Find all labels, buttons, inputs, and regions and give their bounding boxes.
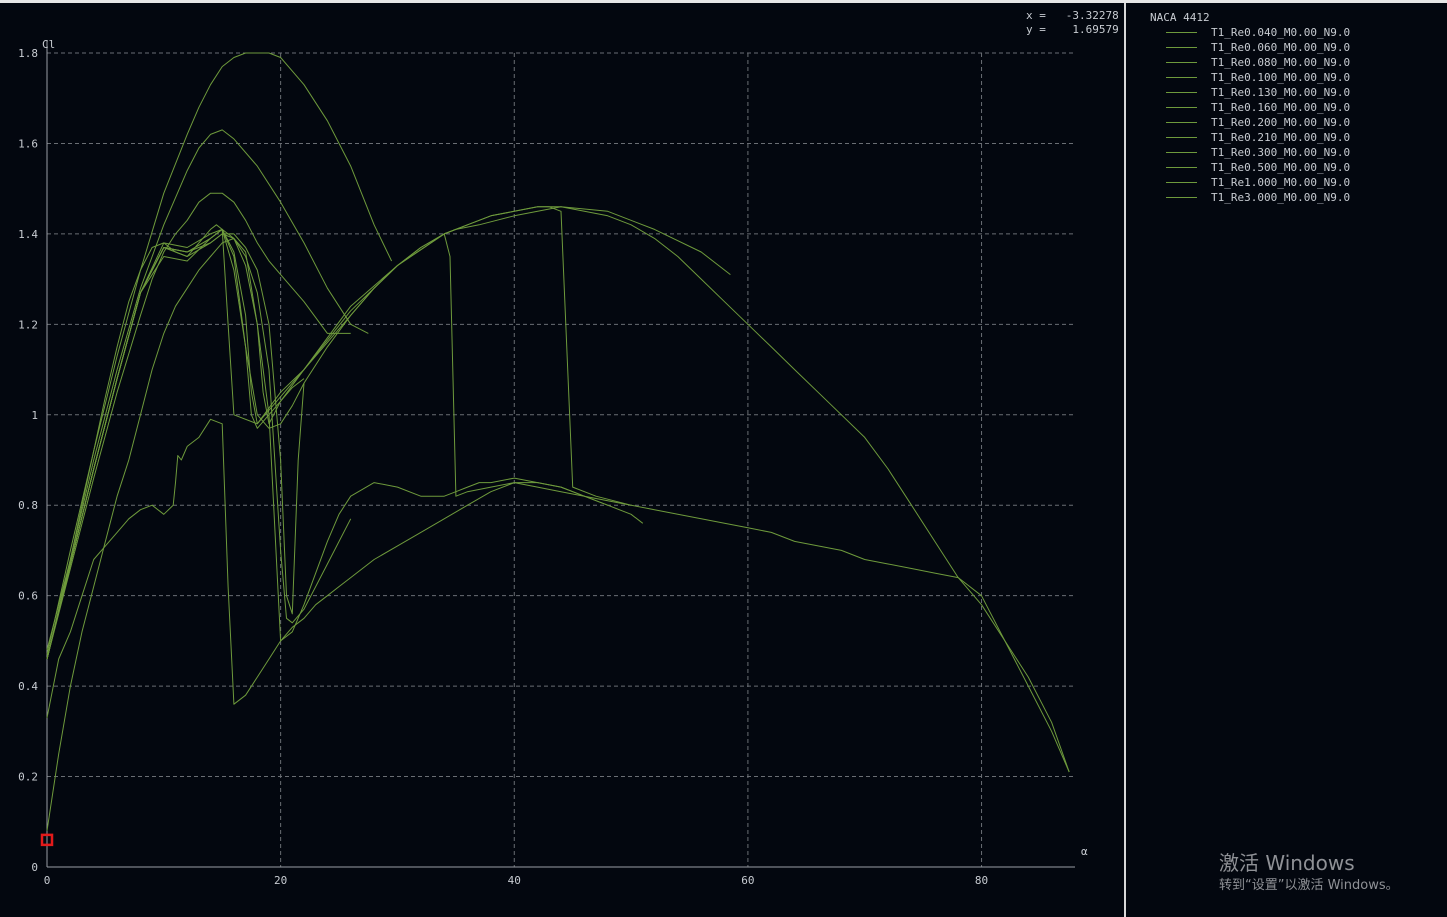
y-tick-label: 1.8 [18, 47, 38, 60]
legend-line-swatch [1166, 77, 1197, 78]
cl-alpha-chart[interactable]: 0 0.2 0.4 0.6 0.8 1 1.2 1.4 1.6 1.8 0 20 40 60 80 Cl α [0, 3, 1124, 917]
watermark-title: 激活 Windows [1219, 851, 1355, 875]
legend-item-label: T1_Re0.040_M0.00_N9.0 [1211, 26, 1351, 39]
polar-curve-7 [46, 228, 352, 660]
legend-line-swatch [1166, 182, 1197, 183]
x-tick-label: 0 [44, 874, 51, 887]
legend-item-label: T1_Re0.500_M0.00_N9.0 [1211, 161, 1351, 174]
polar-curve-12 [46, 206, 1070, 773]
legend-line-swatch [1166, 92, 1197, 93]
x-tick-label: 20 [274, 874, 287, 887]
tick-label-layer: 0 0.2 0.4 0.6 0.8 1 1.2 1.4 1.6 1.8 0 20 40 60 80 Cl α [18, 38, 1088, 887]
series-layer [46, 52, 1070, 831]
polar-curve-10 [46, 228, 608, 660]
legend-item-label: T1_Re0.210_M0.00_N9.0 [1211, 131, 1351, 144]
legend-item-label: T1_Re3.000_M0.00_N9.0 [1211, 191, 1351, 204]
x-axis-title: α [1081, 845, 1088, 858]
legend-item[interactable]: T1_Re3.000_M0.00_N9.0 [1166, 190, 1350, 205]
legend-line-swatch [1166, 137, 1197, 138]
y-tick-label: 0.2 [18, 771, 38, 784]
x-tick-label: 60 [741, 874, 754, 887]
legend-list: T1_Re0.040_M0.00_N9.0 T1_Re0.060_M0.00_N9… [1166, 25, 1350, 205]
readout-x-value: -3.32278 [1065, 9, 1119, 22]
polar-curve-11 [46, 206, 632, 660]
readout-x-label: x [1026, 9, 1033, 22]
legend-item[interactable]: T1_Re0.060_M0.00_N9.0 [1166, 40, 1350, 55]
y-tick-label: 1.4 [18, 228, 38, 241]
legend-item-label: T1_Re0.160_M0.00_N9.0 [1211, 101, 1351, 114]
y-tick-label: 0.8 [18, 499, 38, 512]
legend-item[interactable]: T1_Re0.100_M0.00_N9.0 [1166, 70, 1350, 85]
legend-line-swatch [1166, 167, 1197, 168]
legend-item-label: T1_Re0.200_M0.00_N9.0 [1211, 116, 1351, 129]
x-tick-label: 40 [508, 874, 521, 887]
readout-y-label: y [1026, 23, 1033, 36]
legend-title: NACA 4412 [1150, 11, 1210, 24]
legend-line-swatch [1166, 152, 1197, 153]
legend-panel: NACA 4412 T1_Re0.040_M0.00_N9.0 T1_Re0.06… [1126, 3, 1447, 917]
y-tick-label: 0.4 [18, 680, 38, 693]
legend-item[interactable]: T1_Re0.080_M0.00_N9.0 [1166, 55, 1350, 70]
y-tick-label: 1.2 [18, 318, 38, 331]
legend-item[interactable]: T1_Re1.000_M0.00_N9.0 [1166, 175, 1350, 190]
legend-item[interactable]: T1_Re0.160_M0.00_N9.0 [1166, 100, 1350, 115]
legend-item-label: T1_Re0.080_M0.00_N9.0 [1211, 56, 1351, 69]
legend-item[interactable]: T1_Re0.500_M0.00_N9.0 [1166, 160, 1350, 175]
legend-line-swatch [1166, 47, 1197, 48]
y-tick-label: 1 [31, 409, 38, 422]
legend-line-swatch [1166, 197, 1197, 198]
legend-item[interactable]: T1_Re0.130_M0.00_N9.0 [1166, 85, 1350, 100]
legend-item-label: T1_Re0.130_M0.00_N9.0 [1211, 86, 1351, 99]
y-tick-label: 1.6 [18, 137, 38, 150]
legend-item[interactable]: T1_Re0.040_M0.00_N9.0 [1166, 25, 1350, 40]
grid-layer [47, 52, 1075, 867]
readout-y-value: 1.69579 [1072, 23, 1119, 36]
polar-plot-area[interactable]: 0 0.2 0.4 0.6 0.8 1 1.2 1.4 1.6 1.8 0 20 40 60 80 Cl α x… [0, 3, 1124, 917]
legend-item[interactable]: T1_Re0.210_M0.00_N9.0 [1166, 130, 1350, 145]
windows-activation-watermark: 激活 Windows 转到“设置”以激活 Windows。 [1219, 850, 1399, 896]
legend-line-swatch [1166, 107, 1197, 108]
legend-item[interactable]: T1_Re0.200_M0.00_N9.0 [1166, 115, 1350, 130]
legend-item-label: T1_Re0.060_M0.00_N9.0 [1211, 41, 1351, 54]
cursor-readout: x = -3.32278 y = 1.69579 [1026, 9, 1119, 36]
legend-line-swatch [1166, 32, 1197, 33]
x-tick-label: 80 [975, 874, 988, 887]
y-tick-label: 0.6 [18, 590, 38, 603]
legend-item-label: T1_Re0.100_M0.00_N9.0 [1211, 71, 1351, 84]
watermark-subtitle: 转到“设置”以激活 Windows。 [1219, 878, 1399, 893]
legend-line-swatch [1166, 122, 1197, 123]
y-axis-title: Cl [42, 38, 55, 51]
legend-line-swatch [1166, 62, 1197, 63]
legend-item[interactable]: T1_Re0.300_M0.00_N9.0 [1166, 145, 1350, 160]
legend-item-label: T1_Re1.000_M0.00_N9.0 [1211, 176, 1351, 189]
axis-layer [46, 41, 1075, 868]
legend-item-label: T1_Re0.300_M0.00_N9.0 [1211, 146, 1351, 159]
y-tick-label: 0 [31, 861, 38, 874]
